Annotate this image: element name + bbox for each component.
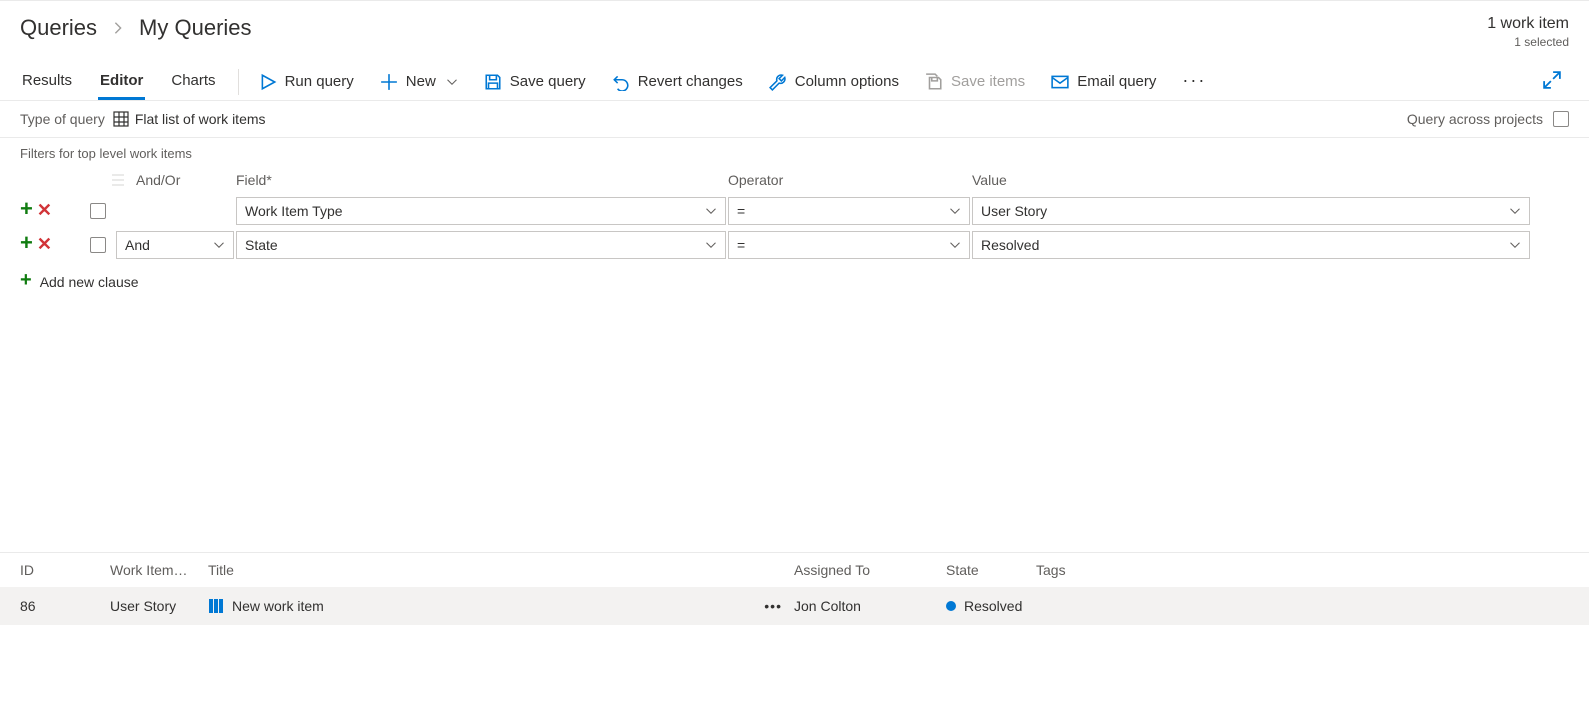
cell-assigned: Jon Colton [794, 598, 946, 614]
chevron-down-icon [446, 76, 458, 88]
run-query-button[interactable]: Run query [259, 73, 354, 91]
col-id[interactable]: ID [20, 562, 110, 578]
chevron-down-icon [705, 239, 717, 251]
play-icon [259, 73, 277, 91]
cell-type: User Story [110, 598, 208, 614]
user-story-icon [208, 598, 224, 614]
chevron-down-icon [949, 239, 961, 251]
value-dropdown[interactable]: User Story [972, 197, 1530, 225]
field-value: State [245, 237, 278, 253]
row-actions-button[interactable]: ••• [758, 598, 794, 614]
add-row-button[interactable]: + [20, 198, 33, 220]
field-dropdown[interactable]: Work Item Type [236, 197, 726, 225]
add-clause-label: Add new clause [40, 274, 139, 290]
save-items-label: Save items [951, 73, 1025, 90]
filter-row: + ✕ And State = Resolved [20, 229, 1569, 261]
mail-icon [1051, 73, 1069, 91]
field-value: Work Item Type [245, 203, 343, 219]
work-item-count-main: 1 work item [1487, 15, 1569, 33]
state-indicator-icon [946, 601, 956, 611]
query-type-label: Type of query [20, 111, 105, 127]
field-dropdown[interactable]: State [236, 231, 726, 259]
chevron-down-icon [213, 239, 225, 251]
undo-icon [612, 73, 630, 91]
expand-icon [1543, 71, 1561, 89]
operator-value: = [737, 203, 745, 219]
operator-value: = [737, 237, 745, 253]
email-query-button[interactable]: Email query [1051, 73, 1156, 91]
col-title[interactable]: Title [208, 562, 758, 578]
email-query-label: Email query [1077, 73, 1156, 90]
toolbar: Run query New Save query Revert changes … [259, 70, 1569, 99]
work-item-count-sub: 1 selected [1487, 35, 1569, 49]
revert-button[interactable]: Revert changes [612, 73, 743, 91]
add-clause-button[interactable]: + Add new clause [20, 271, 1569, 292]
query-type-selector[interactable]: Flat list of work items [113, 111, 266, 127]
fullscreen-button[interactable] [1543, 71, 1561, 92]
col-state[interactable]: State [946, 562, 1036, 578]
remove-row-button[interactable]: ✕ [37, 201, 52, 219]
new-label: New [406, 73, 436, 90]
results-row[interactable]: 86 User Story New work item ••• Jon Colt… [0, 587, 1589, 625]
save-items-button: Save items [925, 73, 1025, 91]
filters-title: Filters for top level work items [20, 146, 1569, 161]
chevron-down-icon [1509, 239, 1521, 251]
save-query-label: Save query [510, 73, 586, 90]
header-value: Value [972, 172, 1532, 188]
plus-icon: + [20, 269, 32, 292]
chevron-down-icon [705, 205, 717, 217]
query-across-label: Query across projects [1407, 111, 1543, 127]
results-header: ID Work Item… Title Assigned To State Ta… [0, 553, 1589, 587]
operator-dropdown[interactable]: = [728, 197, 970, 225]
tab-charts[interactable]: Charts [169, 69, 217, 100]
column-options-button[interactable]: Column options [769, 73, 899, 91]
add-row-button[interactable]: + [20, 232, 33, 254]
wrench-icon [769, 73, 787, 91]
cell-title: New work item [232, 598, 324, 614]
andor-dropdown[interactable]: And [116, 231, 234, 259]
header-operator: Operator [728, 172, 972, 188]
save-query-button[interactable]: Save query [484, 73, 586, 91]
header-andor: And/Or [136, 172, 180, 188]
query-across-checkbox[interactable] [1553, 111, 1569, 127]
chevron-down-icon [1509, 205, 1521, 217]
col-assigned[interactable]: Assigned To [794, 562, 946, 578]
new-button[interactable]: New [380, 73, 458, 91]
cell-id: 86 [20, 598, 110, 614]
row-select-checkbox[interactable] [90, 237, 106, 253]
remove-row-button[interactable]: ✕ [37, 235, 52, 253]
tabs: Results Editor Charts [20, 69, 218, 100]
query-type-value: Flat list of work items [135, 111, 266, 127]
flat-list-icon [113, 111, 129, 127]
row-select-checkbox[interactable] [90, 203, 106, 219]
breadcrumb-current[interactable]: My Queries [139, 15, 251, 41]
save-all-icon [925, 73, 943, 91]
andor-value: And [125, 237, 150, 253]
plus-icon [380, 73, 398, 91]
chevron-down-icon [949, 205, 961, 217]
chevron-right-icon [111, 15, 125, 41]
header-field: Field* [236, 172, 728, 188]
cell-state: Resolved [964, 598, 1022, 614]
breadcrumb: Queries My Queries [20, 15, 252, 41]
value-dropdown[interactable]: Resolved [972, 231, 1530, 259]
filter-row: + ✕ Work Item Type = User Story [20, 195, 1569, 227]
col-tags[interactable]: Tags [1036, 562, 1236, 578]
work-item-count: 1 work item 1 selected [1487, 15, 1569, 49]
value-text: Resolved [981, 237, 1039, 253]
tab-results[interactable]: Results [20, 69, 74, 100]
run-query-label: Run query [285, 73, 354, 90]
more-actions-button[interactable]: ··· [1182, 70, 1206, 93]
value-text: User Story [981, 203, 1047, 219]
revert-label: Revert changes [638, 73, 743, 90]
column-options-label: Column options [795, 73, 899, 90]
separator [238, 69, 239, 95]
breadcrumb-root[interactable]: Queries [20, 15, 97, 41]
save-icon [484, 73, 502, 91]
tab-editor[interactable]: Editor [98, 69, 145, 100]
operator-dropdown[interactable]: = [728, 231, 970, 259]
col-type[interactable]: Work Item… [110, 562, 208, 578]
group-icon [110, 172, 126, 188]
